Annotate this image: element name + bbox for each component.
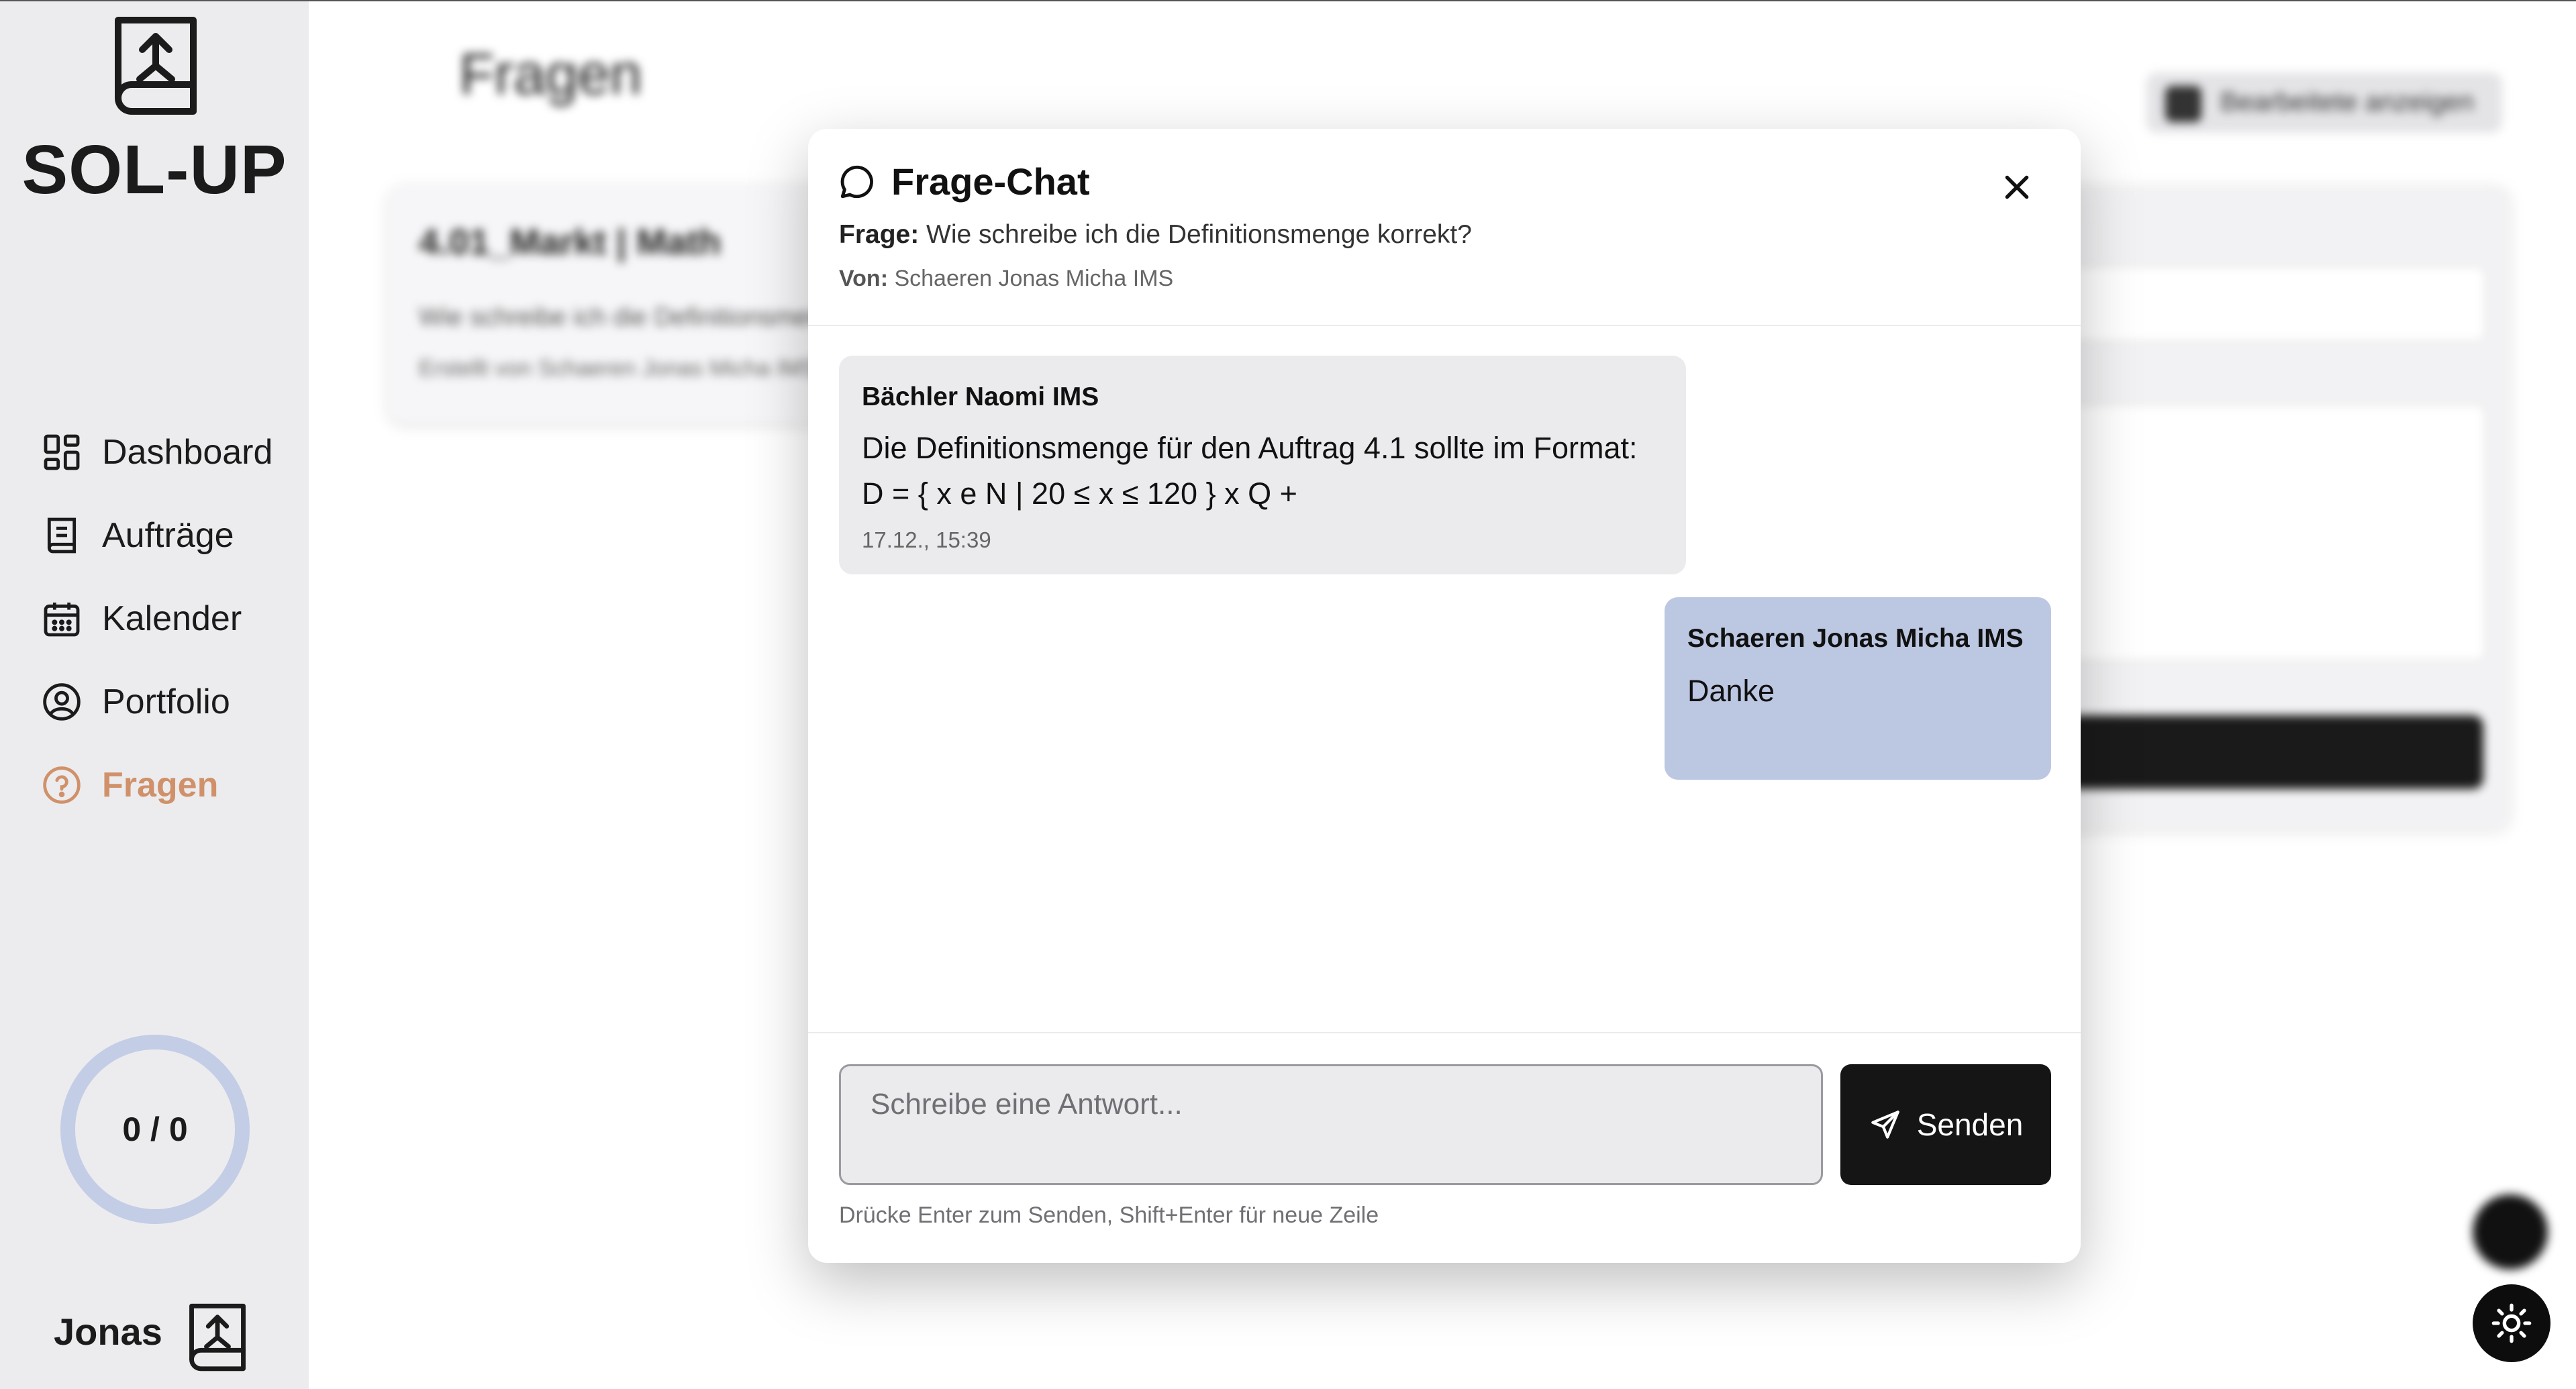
user-name[interactable]: Jonas <box>54 1310 162 1353</box>
message-timestamp: 17.12., 15:39 <box>862 527 991 552</box>
toggle-label: Bearbeitete anzeigen <box>2220 87 2475 117</box>
sidebar-item-dashboard[interactable]: Dashboard <box>40 419 273 486</box>
message-line: D = { x e N | 20 ≤ x ≤ 120 } x Q + <box>862 476 1297 511</box>
send-icon <box>1871 1111 1899 1139</box>
question-card-text: Wie schreibe ich die Definitionsmenge <box>419 303 852 331</box>
question-text: Wie schreibe ich die Definitionsmenge ko… <box>926 220 1472 249</box>
question-card-title: 4.01_Markt | Math <box>419 222 722 262</box>
sidebar: SOL-UP Dashboard Aufträge Kalender Portf… <box>0 1 309 1389</box>
send-label: Senden <box>1916 1107 2024 1142</box>
sidebar-item-kalender[interactable]: Kalender <box>40 585 242 652</box>
divider <box>808 1032 2081 1033</box>
sidebar-item-portfolio[interactable]: Portfolio <box>40 668 230 735</box>
from-label: Von: <box>839 266 889 291</box>
sidebar-item-label: Fragen <box>102 766 219 805</box>
profile-book-icon[interactable] <box>185 1300 250 1374</box>
question-circle-icon <box>43 766 81 804</box>
book-icon <box>47 517 77 554</box>
progress-count: 0 / 0 <box>122 1111 188 1148</box>
sun-icon <box>2491 1303 2532 1343</box>
user-circle-icon <box>43 683 81 721</box>
question-info: Frage: Wie schreibe ich die Definitionsm… <box>839 220 1472 250</box>
calendar-icon <box>44 603 80 637</box>
show-processed-toggle[interactable]: Bearbeitete anzeigen <box>2146 72 2502 133</box>
floating-action-button[interactable] <box>2473 1194 2548 1270</box>
sidebar-item-label: Dashboard <box>102 433 273 472</box>
submit-question-button[interactable] <box>2040 715 2483 789</box>
sidebar-item-fragen[interactable]: Fragen <box>40 752 218 819</box>
message-received: Bächler Naomi IMS Die Definitionsmenge f… <box>839 356 1686 574</box>
theme-toggle-button[interactable] <box>2473 1284 2550 1362</box>
author-info: Von: Schaeren Jonas Micha IMS <box>839 266 1173 292</box>
sidebar-item-label: Aufträge <box>102 516 234 555</box>
question-chat-modal: Frage-Chat Frage: Wie schreibe ich die D… <box>808 129 2081 1263</box>
question-card-byline: Erstellt von Schaeren Jonas Micha IMS <box>419 356 818 381</box>
sidebar-item-label: Kalender <box>102 599 242 638</box>
from-text: Schaeren Jonas Micha IMS <box>894 266 1174 291</box>
chat-bubble-icon <box>840 165 873 199</box>
message-author: Schaeren Jonas Micha IMS <box>1687 624 2024 653</box>
new-question-form <box>2014 185 2510 829</box>
message-line: Die Definitionsmenge für den Auftrag 4.1… <box>862 431 1638 465</box>
reply-input[interactable] <box>839 1064 1823 1185</box>
assignment-select[interactable] <box>2040 266 2486 342</box>
message-text: Danke <box>1687 674 1775 708</box>
question-label: Frage: <box>839 220 920 249</box>
message-author: Bächler Naomi IMS <box>862 382 1099 411</box>
page-title: Fragen <box>459 42 642 107</box>
app-logo-text: SOL-UP <box>21 131 287 208</box>
send-button[interactable]: Senden <box>1840 1064 2051 1185</box>
divider <box>808 325 2081 326</box>
modal-title: Frage-Chat <box>891 160 1090 203</box>
sidebar-item-label: Portfolio <box>102 682 230 721</box>
checkbox[interactable] <box>2165 86 2201 122</box>
close-icon[interactable] <box>2000 170 2034 204</box>
keyboard-hint: Drücke Enter zum Senden, Shift+Enter für… <box>839 1202 1379 1228</box>
message-sent: Schaeren Jonas Micha IMS Danke <box>1665 597 2051 780</box>
sidebar-item-auftraege[interactable]: Aufträge <box>40 502 234 569</box>
message-text: Die Definitionsmenge für den Auftrag 4.1… <box>862 425 1638 517</box>
question-textarea[interactable] <box>2040 404 2486 662</box>
logo-icon <box>115 17 197 115</box>
dashboard-icon <box>44 434 80 470</box>
